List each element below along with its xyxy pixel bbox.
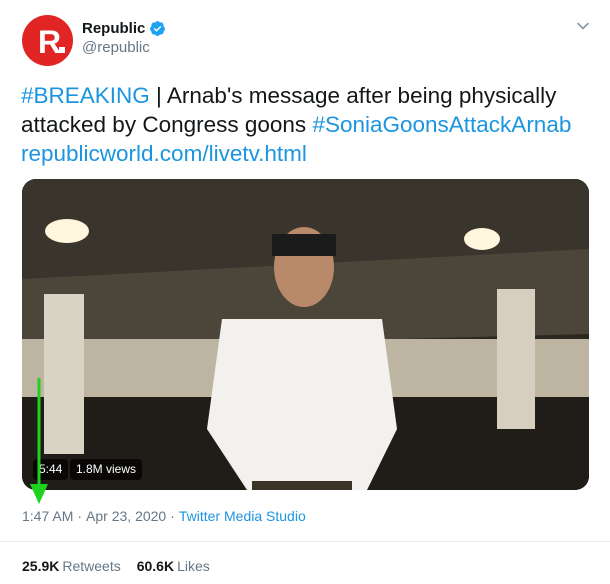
chevron-down-icon[interactable] [575, 18, 591, 34]
likes-count: 60.6K [136, 558, 175, 574]
author-name-row: Republic [82, 20, 166, 37]
display-name[interactable]: Republic [82, 20, 145, 37]
divider [0, 541, 610, 542]
annotation-arrow-icon [30, 378, 48, 504]
video-frame [22, 179, 589, 490]
tweet-card: R Republic @republic #BREAKING | Arnab's… [0, 0, 610, 584]
retweets-stat[interactable]: 25.9K Retweets [22, 558, 121, 574]
author-handle[interactable]: @republic [82, 39, 150, 56]
video-views: 1.8M views [70, 459, 143, 480]
retweets-count: 25.9K [22, 558, 60, 574]
hashtag-sonia-goons-attack-arnab[interactable]: #SoniaGoonsAttackArnab [312, 112, 571, 137]
video-player[interactable] [22, 179, 589, 490]
likes-stat[interactable]: 60.6K Likes [137, 558, 210, 574]
verified-badge-icon [150, 21, 166, 36]
meta-separator: · [170, 508, 175, 524]
avatar-dot [59, 47, 65, 53]
tweet-source[interactable]: Twitter Media Studio [179, 508, 306, 524]
retweets-label: Retweets [62, 558, 121, 574]
tweet-date[interactable]: Apr 23, 2020 [86, 508, 166, 524]
tweet-time[interactable]: 1:47 AM [22, 508, 73, 524]
avatar[interactable]: R [22, 15, 73, 66]
hashtag-breaking[interactable]: #BREAKING [21, 83, 150, 108]
tweet-text: #BREAKING | Arnab's message after being … [21, 81, 596, 168]
tweet-stats: 25.9K Retweets 60.6K Likes [22, 558, 210, 574]
likes-label: Likes [177, 558, 210, 574]
tweet-link[interactable]: republicworld.com/livetv.html [21, 141, 307, 166]
avatar-letter: R [37, 23, 62, 60]
meta-separator: · [77, 508, 83, 524]
tweet-meta: 1:47 AM · Apr 23, 2020 · Twitter Media Studi… [22, 508, 306, 524]
